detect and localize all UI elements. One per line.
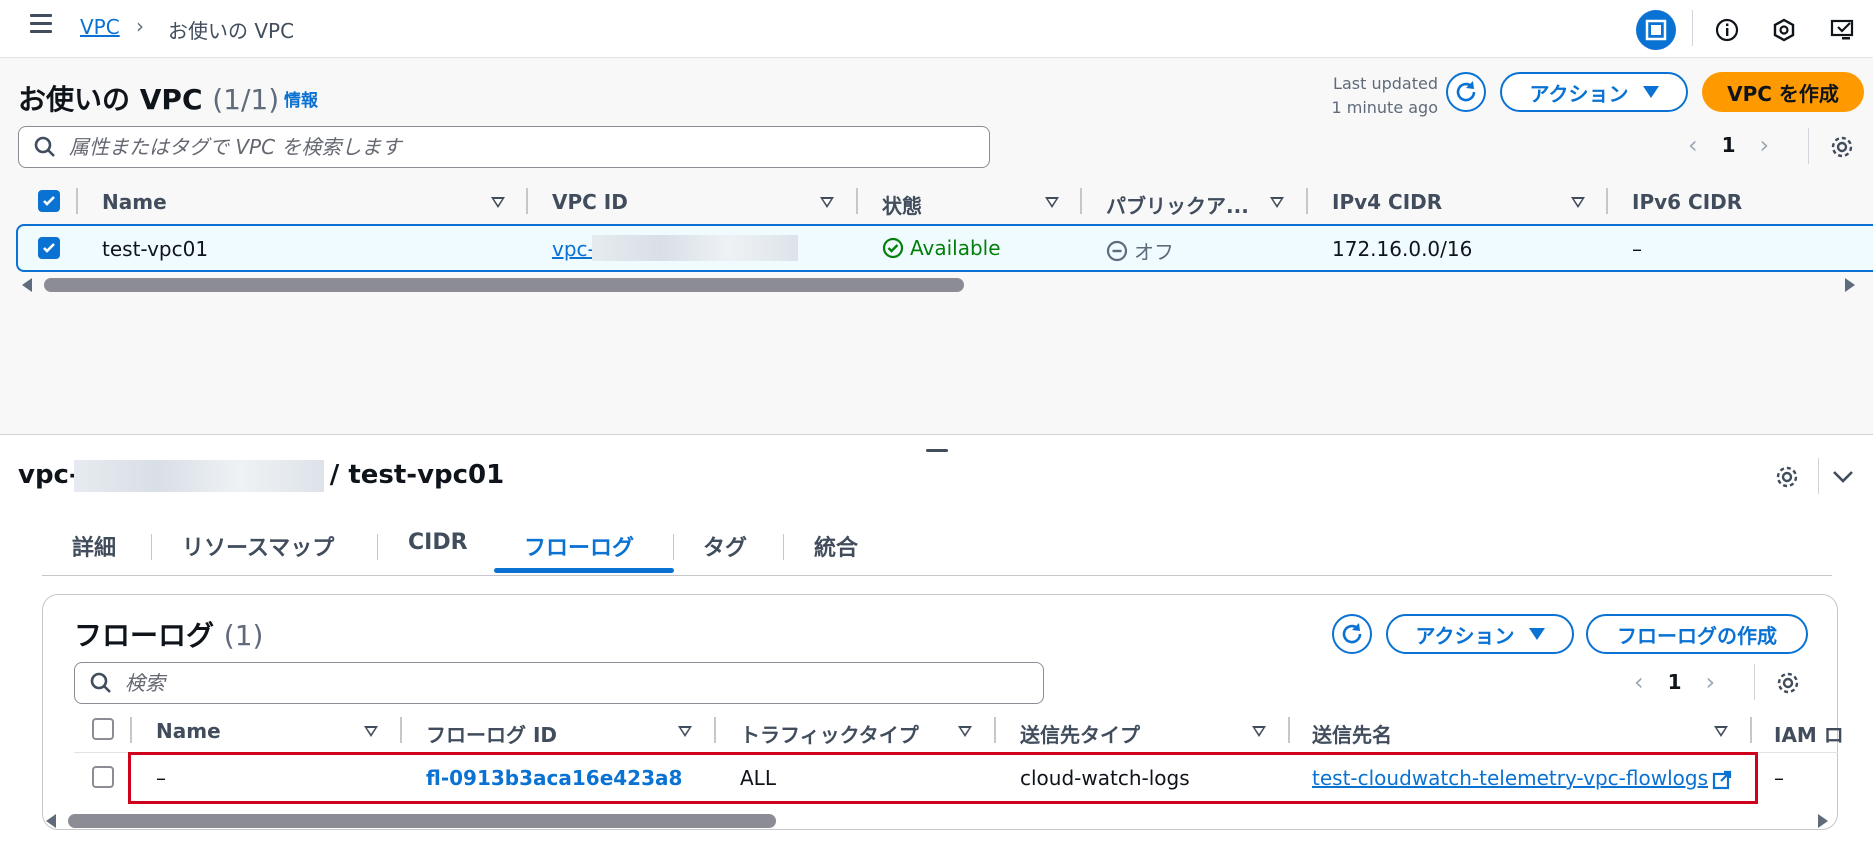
col-destination-name[interactable]: 送信先名 bbox=[1312, 719, 1392, 748]
ipv6-cidr: – bbox=[1632, 237, 1642, 261]
flowlogs-search-field[interactable] bbox=[74, 662, 1044, 704]
col-ipv6-cidr[interactable]: IPv6 CIDR bbox=[1632, 190, 1742, 214]
col-ipv4-cidr[interactable]: IPv4 CIDR bbox=[1332, 190, 1442, 214]
preferences-gear-icon[interactable] bbox=[1827, 132, 1857, 162]
panel-settings-gear-icon[interactable] bbox=[1772, 462, 1802, 492]
sort-icon[interactable] bbox=[1270, 197, 1284, 208]
col-traffic-type[interactable]: トラフィックタイプ bbox=[740, 719, 919, 748]
sort-icon[interactable] bbox=[1571, 197, 1585, 208]
ipv4-cidr: 172.16.0.0/16 bbox=[1332, 237, 1473, 261]
row-checkbox[interactable] bbox=[92, 766, 114, 788]
col-iam-role[interactable]: IAM ロ bbox=[1774, 719, 1844, 748]
stopped-icon bbox=[1106, 240, 1128, 261]
current-page[interactable]: 1 bbox=[1722, 133, 1736, 157]
redacted-id bbox=[592, 235, 798, 261]
refresh-icon bbox=[1456, 81, 1476, 102]
scroll-right-icon[interactable] bbox=[1818, 814, 1830, 828]
tab-details[interactable]: 詳細 bbox=[72, 530, 116, 562]
col-public[interactable]: パブリックア... bbox=[1106, 190, 1249, 219]
sort-icon[interactable] bbox=[820, 197, 834, 208]
vpc-id-link[interactable]: vpc- bbox=[552, 237, 595, 261]
vpc-search-field[interactable] bbox=[18, 126, 990, 168]
refresh-button[interactable] bbox=[1446, 72, 1486, 112]
horizontal-scrollbar[interactable] bbox=[44, 278, 964, 292]
flowlogs-preferences-gear-icon[interactable] bbox=[1773, 668, 1803, 698]
tab-resource-map[interactable]: リソースマップ bbox=[182, 530, 334, 562]
flow-logs-title: フローログ (1) bbox=[74, 619, 264, 652]
flowlogs-pagination: ‹ 1 › bbox=[1634, 668, 1715, 696]
active-tab-indicator bbox=[494, 568, 674, 573]
highlight-box bbox=[128, 752, 1758, 804]
info-icon[interactable] bbox=[1707, 10, 1747, 50]
next-page-icon[interactable]: › bbox=[1760, 131, 1770, 159]
chevron-right-icon: › bbox=[136, 14, 144, 38]
col-state[interactable]: 状態 bbox=[882, 190, 922, 219]
resize-handle[interactable] bbox=[926, 449, 948, 452]
success-icon bbox=[882, 237, 904, 259]
page-title: お使いの VPC (1/1) bbox=[18, 83, 280, 116]
col-name[interactable]: Name bbox=[102, 190, 167, 214]
breadcrumb-vpc-link[interactable]: VPC bbox=[80, 15, 120, 39]
redacted-id bbox=[74, 460, 324, 492]
prev-page-icon[interactable]: ‹ bbox=[1634, 668, 1644, 696]
refresh-icon bbox=[1342, 623, 1362, 644]
col-flow-log-id[interactable]: フローログ ID bbox=[426, 719, 557, 748]
tab-integrations[interactable]: 統合 bbox=[814, 530, 858, 562]
tab-flow-logs[interactable]: フローログ bbox=[524, 530, 634, 562]
sort-icon[interactable] bbox=[1045, 197, 1059, 208]
last-updated: Last updated 1 minute ago bbox=[1331, 74, 1438, 117]
actions-dropdown[interactable]: アクション bbox=[1500, 72, 1688, 112]
current-page[interactable]: 1 bbox=[1668, 670, 1682, 694]
top-navigation: VPC › お使いの VPC bbox=[0, 0, 1873, 58]
scroll-left-icon[interactable] bbox=[46, 814, 58, 828]
status-badge: Available bbox=[882, 236, 1001, 260]
next-page-icon[interactable]: › bbox=[1706, 668, 1716, 696]
info-link[interactable]: 情報 bbox=[284, 86, 318, 111]
select-all-checkbox[interactable] bbox=[38, 190, 60, 212]
scroll-right-icon[interactable] bbox=[1845, 278, 1857, 292]
search-icon bbox=[90, 672, 111, 693]
horizontal-scrollbar[interactable] bbox=[68, 814, 776, 828]
col-destination-type[interactable]: 送信先タイプ bbox=[1020, 719, 1140, 748]
create-vpc-button[interactable]: VPC を作成 bbox=[1702, 72, 1864, 112]
row-checkbox[interactable] bbox=[38, 237, 60, 259]
sort-icon[interactable] bbox=[364, 726, 378, 737]
sort-icon[interactable] bbox=[1252, 726, 1266, 737]
sort-icon[interactable] bbox=[678, 726, 692, 737]
vpc-name: test-vpc01 bbox=[102, 237, 209, 261]
prev-page-icon[interactable]: ‹ bbox=[1688, 131, 1698, 159]
menu-icon[interactable] bbox=[30, 14, 52, 33]
collapse-chevron-icon[interactable] bbox=[1832, 470, 1854, 484]
sort-icon[interactable] bbox=[958, 726, 972, 737]
feedback-icon[interactable] bbox=[1764, 10, 1804, 50]
create-flow-log-button[interactable]: フローログの作成 bbox=[1586, 614, 1808, 654]
tab-cidr[interactable]: CIDR bbox=[408, 530, 468, 555]
tutorial-panel-icon[interactable] bbox=[1822, 10, 1862, 50]
caret-down-icon bbox=[1642, 86, 1659, 98]
caret-down-icon bbox=[1528, 628, 1545, 640]
vpc-search-input[interactable] bbox=[69, 135, 930, 159]
scroll-left-icon[interactable] bbox=[22, 278, 34, 292]
vpc-pagination: ‹ 1 › bbox=[1688, 131, 1769, 159]
sort-icon[interactable] bbox=[491, 197, 505, 208]
public-status: オフ bbox=[1106, 236, 1174, 265]
search-icon bbox=[34, 136, 55, 157]
tab-tags[interactable]: タグ bbox=[703, 530, 747, 562]
split-panel-icon[interactable] bbox=[1636, 10, 1676, 50]
col-name[interactable]: Name bbox=[156, 719, 221, 743]
sort-icon[interactable] bbox=[1714, 726, 1728, 737]
flowlogs-refresh-button[interactable] bbox=[1332, 614, 1372, 654]
flowlogs-actions-dropdown[interactable]: アクション bbox=[1386, 614, 1574, 654]
iam-role: – bbox=[1774, 766, 1784, 790]
flowlogs-search-input[interactable] bbox=[125, 671, 984, 695]
breadcrumb-current: お使いの VPC bbox=[168, 19, 295, 43]
col-vpc-id[interactable]: VPC ID bbox=[552, 190, 628, 214]
flowlogs-select-all-checkbox[interactable] bbox=[92, 718, 114, 740]
